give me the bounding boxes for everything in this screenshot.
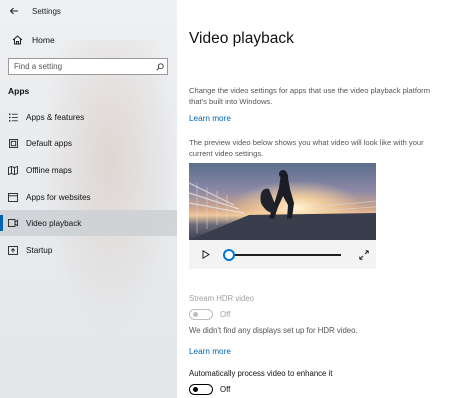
selection-indicator <box>0 215 3 231</box>
video-controls <box>189 240 376 269</box>
fullscreen-icon <box>359 249 369 260</box>
sidebar-item-label: Apps for websites <box>26 192 91 202</box>
startup-icon <box>6 245 20 255</box>
window-title: Settings <box>32 6 61 16</box>
back-button[interactable] <box>0 0 28 22</box>
search-icon[interactable] <box>153 62 167 71</box>
auto-process-toggle-state: Off <box>220 385 231 394</box>
hdr-toggle-row: Off <box>189 309 230 320</box>
seek-thumb[interactable] <box>222 248 235 261</box>
sidebar-item-video-playback[interactable]: Video playback <box>0 210 177 236</box>
sidebar-item-label: Startup <box>26 245 53 255</box>
auto-process-toggle-row: Off <box>189 384 230 395</box>
sidebar-item-label: Offline maps <box>26 165 72 175</box>
sidebar-item-label: Apps & features <box>26 112 85 122</box>
page-description: Change the video settings for apps that … <box>189 86 431 106</box>
video-thumbnail <box>189 163 376 240</box>
title-bar: Settings <box>0 0 177 22</box>
seek-bar[interactable] <box>222 248 341 261</box>
map-icon <box>6 165 20 175</box>
hdr-label: Stream HDR video <box>189 294 254 303</box>
play-button[interactable] <box>195 244 217 266</box>
play-icon <box>202 250 210 259</box>
hdr-toggle[interactable] <box>189 309 213 320</box>
search-input[interactable] <box>9 59 153 74</box>
auto-process-label: Automatically process video to enhance i… <box>189 369 333 378</box>
section-header-apps: Apps <box>8 86 30 96</box>
sidebar-item-startup[interactable]: Startup <box>0 237 177 263</box>
video-preview[interactable] <box>189 163 376 269</box>
sidebar-item-default-apps[interactable]: Default apps <box>0 130 177 156</box>
list-icon <box>6 113 20 122</box>
home-icon <box>6 35 28 45</box>
sidebar: Settings Home Apps <box>0 0 177 398</box>
hdr-message: We didn't find any displays set up for H… <box>189 326 358 335</box>
default-apps-icon <box>6 138 20 148</box>
page-title: Video playback <box>189 30 294 47</box>
sidebar-item-offline-maps[interactable]: Offline maps <box>0 157 177 183</box>
sidebar-item-label: Default apps <box>26 138 72 148</box>
sidebar-item-apps-for-websites[interactable]: Apps for websites <box>0 184 177 210</box>
back-arrow-icon <box>9 7 18 15</box>
preview-description: The preview video below shows you what v… <box>189 138 424 158</box>
auto-process-toggle[interactable] <box>189 384 213 395</box>
learn-more-link-hdr[interactable]: Learn more <box>189 347 231 356</box>
home-label: Home <box>32 35 55 45</box>
search-box[interactable] <box>8 58 168 75</box>
learn-more-link[interactable]: Learn more <box>189 114 231 123</box>
hdr-toggle-state: Off <box>220 310 231 319</box>
fullscreen-button[interactable] <box>356 247 372 263</box>
sidebar-item-apps-features[interactable]: Apps & features <box>0 104 177 130</box>
sidebar-item-label: Video playback <box>26 218 82 228</box>
seek-track <box>223 253 341 256</box>
web-app-icon <box>6 192 20 202</box>
home-nav-item[interactable]: Home <box>0 30 177 50</box>
video-icon <box>6 219 20 227</box>
main-panel: Video playback Change the video settings… <box>177 0 474 398</box>
